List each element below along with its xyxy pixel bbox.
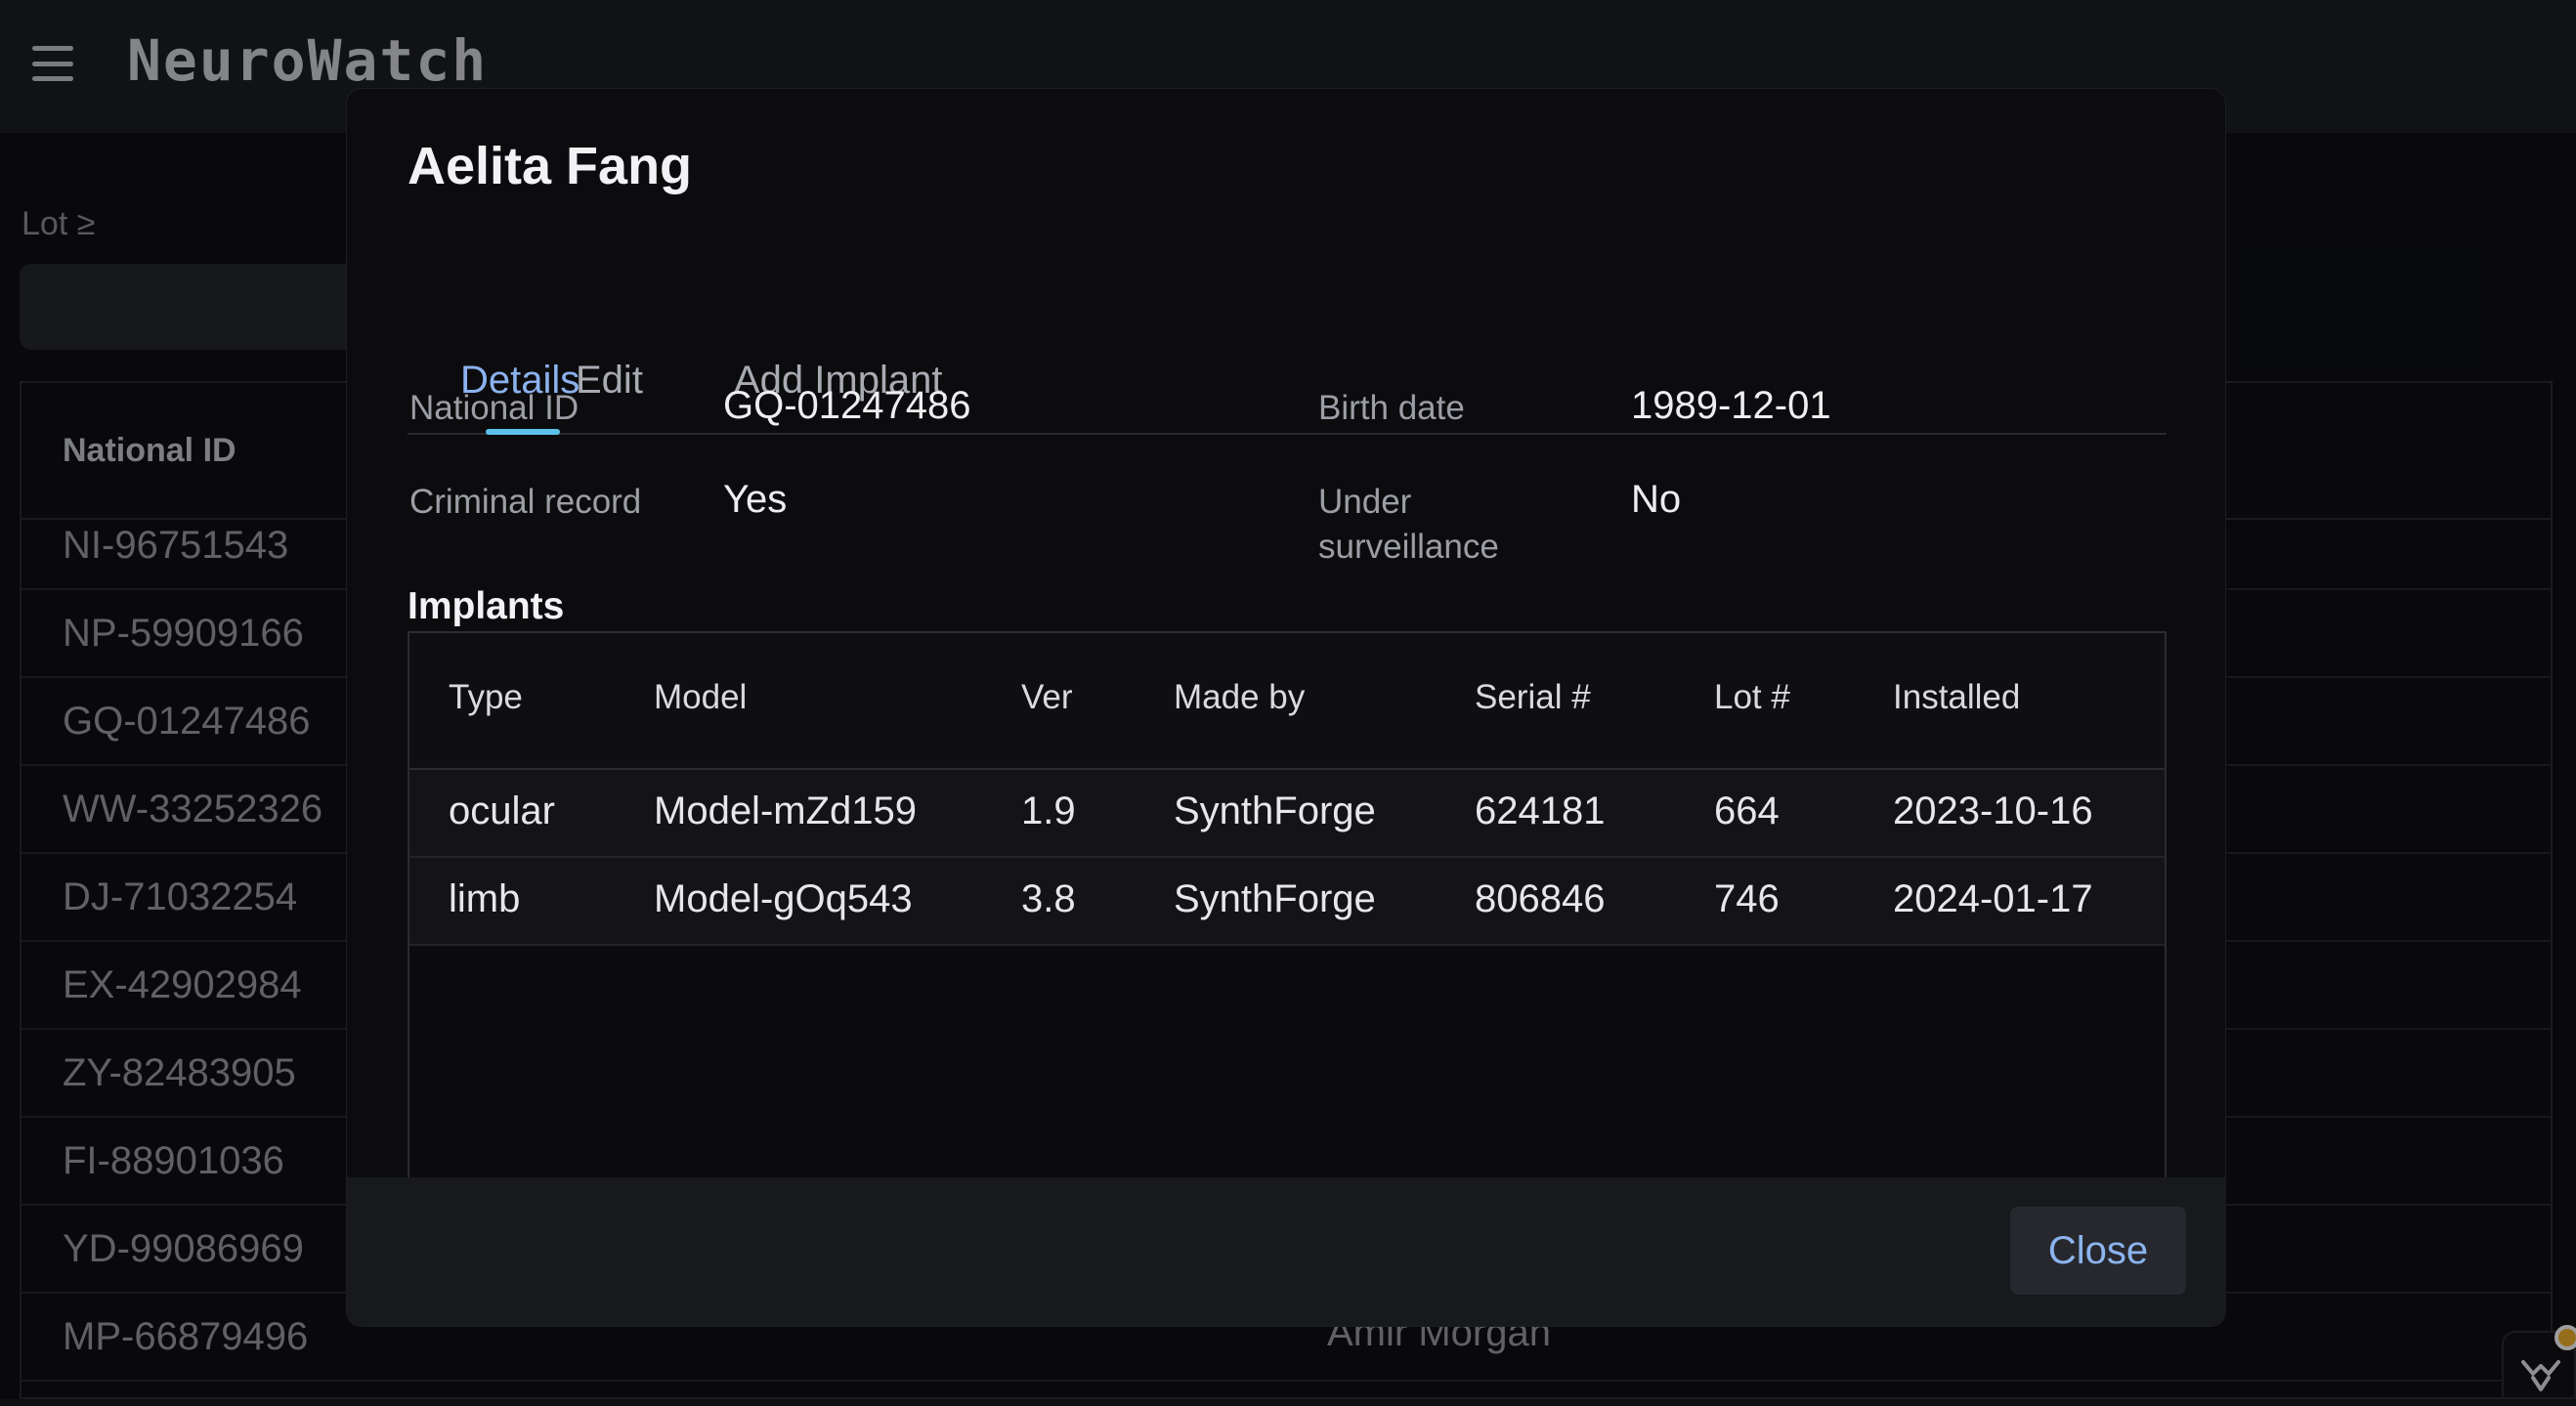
column-header-serial: Serial # (1475, 678, 1591, 716)
implants-table: Type Model Ver Made by Serial # Lot # In… (408, 631, 2167, 1208)
birth-date-label: Birth date (1318, 389, 1465, 427)
birth-date-value: 1989-12-01 (1631, 384, 1831, 427)
close-button[interactable]: Close (2010, 1207, 2186, 1295)
criminal-record-label: Criminal record (409, 483, 642, 521)
under-surveillance-value: No (1631, 478, 1682, 521)
column-header-type: Type (449, 678, 523, 716)
modal-tabs: Details Edit Add Implant (408, 265, 2167, 435)
national-id-label: National ID (409, 389, 580, 427)
column-header-model: Model (654, 678, 748, 716)
implant-serial: 806846 (1475, 877, 1606, 920)
implant-version: 3.8 (1021, 877, 1076, 920)
implant-row[interactable]: ocular Model-mZd159 1.9 SynthForge 62418… (409, 770, 2165, 858)
implant-model: Model-mZd159 (654, 789, 918, 832)
implant-type: limb (449, 877, 521, 920)
tab-edit[interactable]: Edit (576, 359, 643, 403)
implants-table-header: Type Model Ver Made by Serial # Lot # In… (409, 633, 2165, 770)
implant-type: ocular (449, 789, 555, 832)
implants-heading: Implants (408, 585, 565, 627)
modal-footer: Close (347, 1177, 2225, 1326)
implant-serial: 624181 (1475, 789, 1606, 832)
implant-row[interactable]: limb Model-gOq543 3.8 SynthForge 806846 … (409, 858, 2165, 946)
column-header-installed: Installed (1893, 678, 2021, 716)
column-header-lot: Lot # (1714, 678, 1790, 716)
criminal-record-value: Yes (723, 478, 788, 521)
implant-lot: 664 (1714, 789, 1780, 832)
column-header-ver: Ver (1021, 678, 1073, 716)
modal-title: Aelita Fang (408, 137, 693, 195)
implant-version: 1.9 (1021, 789, 1076, 832)
implant-model: Model-gOq543 (654, 877, 913, 920)
column-header-made-by: Made by (1174, 678, 1306, 716)
implant-maker: SynthForge (1174, 877, 1376, 920)
implant-maker: SynthForge (1174, 789, 1376, 832)
person-details-modal: Aelita Fang Details Edit Add Implant Nat… (346, 88, 2226, 1327)
implant-installed: 2024-01-17 (1893, 877, 2093, 920)
national-id-value: GQ-01247486 (723, 384, 971, 427)
implant-installed: 2023-10-16 (1893, 789, 2093, 832)
implant-lot: 746 (1714, 877, 1780, 920)
under-surveillance-label: Under surveillance (1318, 483, 1499, 566)
